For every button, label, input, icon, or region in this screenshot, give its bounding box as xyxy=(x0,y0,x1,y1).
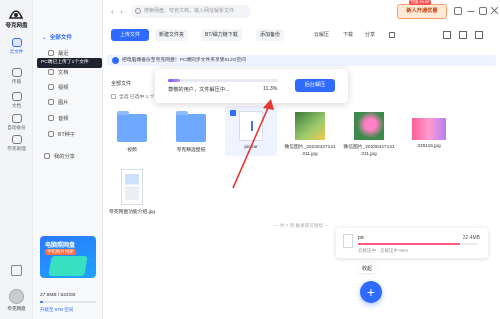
breadcrumb[interactable]: 全部文件 xyxy=(111,80,131,87)
back-arrow-icon[interactable]: ‹ xyxy=(111,7,114,16)
more-icon[interactable] xyxy=(389,32,395,38)
promo-illustration xyxy=(48,256,88,276)
backup-icon xyxy=(11,114,22,123)
sidebar-item-docs[interactable]: 文档 xyxy=(48,69,68,76)
document-icon xyxy=(11,92,22,101)
avatar[interactable] xyxy=(9,289,24,304)
assistant-icon xyxy=(11,135,22,144)
transfer-progress-bar xyxy=(358,243,478,245)
sort-icon[interactable] xyxy=(443,31,451,39)
file-item[interactable]: 夸克精选壁纸 xyxy=(165,111,217,153)
audio-icon xyxy=(48,115,54,121)
storage-bar xyxy=(40,301,96,303)
extract-percent: 11.3% xyxy=(263,86,278,92)
share-icon xyxy=(44,153,50,159)
sidebar-item-audio[interactable]: 音频 xyxy=(48,115,68,122)
sidebar-item-images[interactable]: 图片 xyxy=(48,99,68,106)
main-panel: ‹ › 搜索网盘、夸克文档，输入网址解析文件 新人开通优惠 特惠 ¥9.88 上… xyxy=(103,0,500,319)
search-icon xyxy=(135,8,141,14)
file-item[interactable]: 视频 xyxy=(106,111,158,153)
image-thumbnail xyxy=(295,112,325,140)
file-item[interactable]: 326115.jpg xyxy=(403,114,455,149)
minimize-icon[interactable] xyxy=(467,7,475,12)
image-thumbnail xyxy=(354,112,384,140)
rail-item-assistant[interactable]: 夸克助理 xyxy=(0,135,33,152)
folder-icon xyxy=(176,111,206,142)
archive-file-icon xyxy=(239,111,263,141)
transfer-file-size: 22.4MB xyxy=(462,235,480,241)
image-thumbnail xyxy=(412,118,446,140)
download-button[interactable]: 下载 xyxy=(343,29,353,41)
quark-logo-icon xyxy=(8,10,24,19)
left-rail: 夸克网盘 云文件 传输 文档 自动备份 夸克助理 夸克网盘 xyxy=(0,0,33,319)
file-item[interactable]: 夸克网盘功能介绍.jpg xyxy=(106,169,158,216)
file-item-pic-rar[interactable]: pic.rar xyxy=(225,111,277,150)
storage-bar-fill xyxy=(40,301,44,303)
extract-progress-bar xyxy=(168,79,278,82)
bt-download-button[interactable]: BT/磁力链下载 xyxy=(201,29,242,41)
cloud-extract-button[interactable]: 云解压 xyxy=(314,29,329,41)
sidebar-all-files[interactable]: ⌄ 全部文件 xyxy=(42,33,72,41)
top-bar: ‹ › 搜索网盘、夸克文档，输入网址解析文件 新人开通优惠 特惠 ¥9.88 xyxy=(103,0,500,24)
document-thumbnail xyxy=(121,169,143,205)
sidebar-item-my-shares[interactable]: 我的分享 xyxy=(44,153,75,160)
transfer-progress-fill xyxy=(358,243,460,245)
collapse-button[interactable]: 收起 xyxy=(359,264,376,273)
sidebar-item-bt[interactable]: BT种子 xyxy=(48,131,75,138)
notice-bar[interactable]: 把电脑端备份至夸克网盘！PC端同步文件夹享受512G空间 xyxy=(107,55,496,66)
list-view-icon[interactable] xyxy=(475,31,483,39)
app-name: 夸克网盘 xyxy=(5,23,28,29)
select-all-checkbox[interactable] xyxy=(111,94,116,99)
new-folder-button[interactable]: 新建文件夹 xyxy=(155,29,189,41)
user-name: 夸克网盘 xyxy=(7,306,26,311)
transfer-file-name: pic xyxy=(358,235,365,241)
cloud-file-icon xyxy=(11,38,22,47)
extract-progress-fill xyxy=(168,79,181,82)
close-icon[interactable] xyxy=(490,6,499,15)
transfer-icon xyxy=(11,68,22,77)
vip-badge: 特惠 ¥9.88 xyxy=(409,0,432,5)
clock-icon xyxy=(48,50,54,56)
add-backup-button[interactable]: 添加备份 xyxy=(256,29,285,41)
upload-tooltip: PC端已上传了1个文件 xyxy=(37,58,102,68)
bt-icon xyxy=(48,131,54,137)
select-all-row[interactable]: 全选 已选中 1 个 xyxy=(111,93,154,100)
rail-item-cloud-files[interactable]: 云文件 xyxy=(0,38,33,55)
sidebar-item-recent[interactable]: 最近 xyxy=(48,50,68,57)
info-icon xyxy=(112,57,119,64)
folder-icon xyxy=(117,111,147,142)
video-icon xyxy=(48,84,54,90)
rail-item-transfer[interactable]: 传输 xyxy=(0,68,33,85)
add-fab-button[interactable]: + xyxy=(360,281,382,303)
maximize-icon[interactable] xyxy=(479,7,487,15)
transfer-status: 云解压中 · 云解压中 85% xyxy=(358,248,409,253)
vip-offer-button[interactable]: 新人开通优惠 xyxy=(397,4,447,19)
promo-banner[interactable]: 电脑照网盘 手机照片同步 xyxy=(40,236,96,278)
search-input[interactable]: 搜索网盘、夸克文档，输入网址解析文件 xyxy=(131,5,251,18)
chevron-down-icon: ⌄ xyxy=(42,35,47,41)
extract-progress-dialog: 尊敬的用户，文件解压中... 11.3% 后台解压 xyxy=(155,69,348,103)
phone-icon[interactable] xyxy=(11,265,22,276)
storage-usage: 27.9MB / 522GB xyxy=(40,293,76,298)
background-extract-button[interactable]: 后台解压 xyxy=(295,79,335,92)
grid-view-icon[interactable] xyxy=(459,31,467,39)
rail-item-documents[interactable]: 文档 xyxy=(0,92,33,109)
transfer-card[interactable]: pic 22.4MB 云解压中 · 云解压中 85% xyxy=(336,228,488,258)
sidebar-item-video[interactable]: 视频 xyxy=(48,84,68,91)
forward-arrow-icon[interactable]: › xyxy=(120,7,123,16)
toolbar: 上传文件 新建文件夹 BT/磁力链下载 添加备份 云解压 下载 分享 xyxy=(103,27,500,43)
image-icon xyxy=(48,99,54,105)
extract-status-text: 尊敬的用户，文件解压中... xyxy=(168,87,230,93)
archive-file-icon xyxy=(343,234,353,248)
doc-icon xyxy=(48,69,54,75)
upload-button[interactable]: 上传文件 xyxy=(111,29,149,41)
file-item[interactable]: 微信图片_20230427141311.jpg xyxy=(343,112,395,158)
file-item[interactable]: 微信图片_20230427141311.jpg xyxy=(284,112,336,158)
upgrade-link[interactable]: 升级至 6TB 空间 xyxy=(40,307,73,313)
rail-item-backup[interactable]: 自动备份 xyxy=(0,114,33,131)
share-button[interactable]: 分享 xyxy=(365,29,375,41)
settings-icon[interactable] xyxy=(454,7,462,15)
